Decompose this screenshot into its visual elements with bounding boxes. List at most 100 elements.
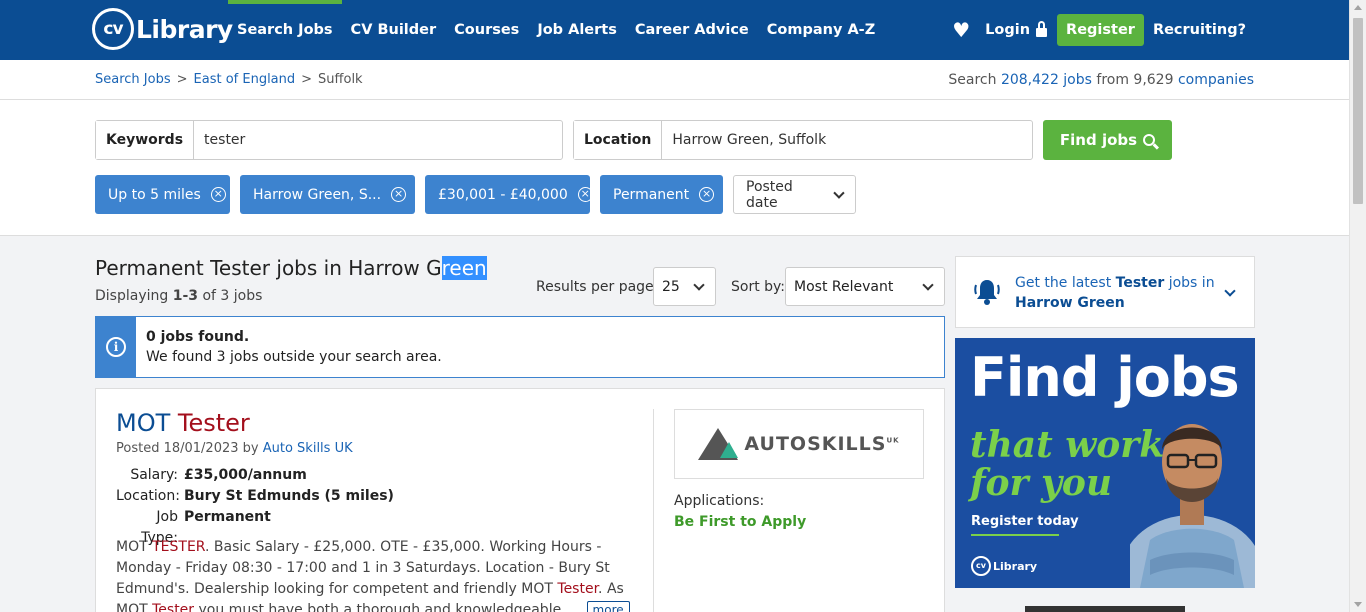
filter-chip-distance[interactable]: Up to 5 miles × — [95, 175, 230, 214]
results-per-page-select[interactable]: 25 — [653, 267, 716, 306]
job-company-link[interactable]: Auto Skills UK — [263, 441, 353, 456]
nav-job-alerts[interactable]: Job Alerts — [528, 0, 626, 60]
results-count-suffix: of 3 jobs — [198, 288, 263, 304]
job-posted-text: Posted 18/01/2023 by — [116, 441, 263, 456]
card-divider — [653, 409, 654, 612]
scrollbar-thumb[interactable] — [1353, 18, 1363, 204]
location-field[interactable]: Location Harrow Green, Suffolk — [573, 120, 1033, 160]
advert-banner[interactable]: Find jobs that work for you Register tod… — [955, 338, 1255, 588]
login-link[interactable]: Login — [985, 20, 1048, 38]
breadcrumb-search-jobs[interactable]: Search Jobs — [95, 72, 171, 87]
breadcrumb-current: Suffolk — [318, 72, 363, 87]
nav-career-advice[interactable]: Career Advice — [626, 0, 758, 60]
stats-companies-link[interactable]: companies — [1178, 72, 1254, 88]
keywords-input[interactable]: tester — [194, 121, 255, 159]
alert-text: Get the latest — [1015, 275, 1116, 291]
results-per-page-label: Results per page: — [536, 279, 659, 295]
filter-chip-salary[interactable]: £30,001 - £40,000 × — [425, 175, 590, 214]
results-title-selected: reen — [441, 256, 487, 280]
heart-icon[interactable]: ♥ — [952, 18, 970, 42]
remove-filter-icon[interactable]: × — [210, 187, 226, 202]
breadcrumb-separator: > — [301, 72, 313, 87]
logo-cv-mark: cv — [92, 8, 134, 50]
bell-icon — [974, 280, 1000, 305]
search-panel: Keywords tester Location Harrow Green, S… — [0, 100, 1349, 236]
fact-value: Bury St Edmunds (5 miles) — [184, 488, 394, 504]
results-count-range: 1-3 — [172, 288, 199, 304]
keywords-field[interactable]: Keywords tester — [95, 120, 563, 160]
keywords-label: Keywords — [96, 121, 195, 159]
main-nav: Search Jobs CV Builder Courses Job Alert… — [228, 0, 884, 60]
chip-label: Harrow Green, S... — [253, 186, 382, 203]
top-header: cv Library Search Jobs CV Builder Course… — [0, 0, 1349, 60]
company-logo-text: AUTOSKILLSUK — [744, 433, 899, 455]
lock-icon — [1036, 20, 1048, 37]
location-input[interactable]: Harrow Green, Suffolk — [662, 121, 836, 159]
alert-keyword: Tester — [1115, 275, 1165, 291]
posted-date-label: Posted date — [746, 178, 793, 211]
account-nav: ♥ Login Register Recruiting? — [952, 0, 1246, 60]
fact-label: Location: — [116, 488, 180, 504]
remove-filter-icon[interactable]: × — [391, 187, 407, 202]
breadcrumb-bar: Search Jobs > East of England > Suffolk … — [0, 60, 1349, 100]
stats-prefix: Search — [948, 72, 1001, 88]
location-label: Location — [574, 121, 663, 159]
job-posted: Posted 18/01/2023 by Auto Skills UK — [116, 441, 353, 456]
chevron-down-icon — [922, 278, 934, 291]
stats-jobs-link[interactable]: 208,422 jobs — [1001, 72, 1092, 88]
company-logo-sup: UK — [886, 436, 900, 445]
login-label: Login — [985, 22, 1031, 38]
more-button[interactable]: more — [586, 601, 630, 612]
chevron-down-icon — [1224, 285, 1236, 297]
sort-select[interactable]: Most Relevant — [785, 267, 945, 306]
chevron-down-icon — [693, 278, 705, 291]
job-title-link[interactable]: MOT Tester — [116, 409, 250, 437]
job-fact-location: Location: Bury St Edmunds (5 miles) — [116, 486, 394, 507]
chip-label: Up to 5 miles — [108, 186, 201, 203]
scroll-down-icon[interactable] — [1354, 602, 1362, 607]
sort-value: Most Relevant — [794, 278, 894, 295]
results-title: Permanent Tester jobs in Harrow Green — [95, 256, 487, 280]
nav-courses[interactable]: Courses — [445, 0, 528, 60]
cv-library-logo[interactable]: cv Library — [92, 8, 233, 50]
job-alert-box[interactable]: Get the latest Tester jobs in Harrow Gre… — [955, 256, 1255, 328]
desc-text: MOT — [116, 539, 153, 555]
remove-filter-icon[interactable]: × — [699, 187, 715, 202]
chip-label: £30,001 - £40,000 — [438, 186, 568, 203]
alert-text: jobs in — [1164, 275, 1215, 291]
remove-filter-icon[interactable]: × — [577, 187, 590, 202]
search-icon — [1143, 134, 1156, 146]
fact-label: Salary: — [130, 467, 178, 483]
desc-keyword: Tester — [557, 581, 599, 597]
posted-date-dropdown[interactable]: Posted date — [733, 175, 856, 214]
results-per-page-value: 25 — [662, 278, 680, 295]
applications: Applications: Be First to Apply — [674, 491, 806, 533]
nav-cv-builder[interactable]: CV Builder — [342, 0, 446, 60]
breadcrumb-east-of-england[interactable]: East of England — [194, 72, 296, 87]
ad-person-image — [1130, 424, 1255, 588]
scroll-up-icon[interactable] — [1354, 5, 1362, 10]
fact-value: £35,000/annum — [184, 467, 307, 483]
job-description: MOT TESTER. Basic Salary - £25,000. OTE … — [116, 537, 636, 612]
filter-chip-location[interactable]: Harrow Green, S... × — [240, 175, 415, 214]
ad-logo: cv Library — [971, 556, 1037, 576]
site-stats: Search 208,422 jobs from 9,629 companies — [948, 72, 1254, 88]
page-scrollbar[interactable] — [1349, 0, 1366, 612]
find-jobs-label: Find jobs — [1059, 131, 1138, 149]
breadcrumb: Search Jobs > East of England > Suffolk — [95, 72, 363, 87]
ad-cta-underline — [971, 534, 1059, 536]
applications-value: Be First to Apply — [674, 514, 807, 530]
nav-search-jobs[interactable]: Search Jobs — [228, 0, 342, 60]
sort-label: Sort by: — [731, 279, 786, 295]
desc-keyword: Tester — [152, 602, 195, 612]
find-jobs-button[interactable]: Find jobs — [1043, 120, 1172, 160]
info-notice-side: i — [96, 317, 136, 377]
next-advert — [1025, 606, 1185, 612]
logo-wordmark: Library — [136, 14, 233, 44]
applications-label: Applications: — [674, 493, 765, 509]
recruiting-link[interactable]: Recruiting? — [1153, 22, 1246, 38]
register-button[interactable]: Register — [1057, 14, 1144, 46]
filter-chip-job-type[interactable]: Permanent × — [600, 175, 723, 214]
nav-company-a-z[interactable]: Company A-Z — [758, 0, 884, 60]
company-logo[interactable]: AUTOSKILLSUK — [674, 409, 924, 479]
